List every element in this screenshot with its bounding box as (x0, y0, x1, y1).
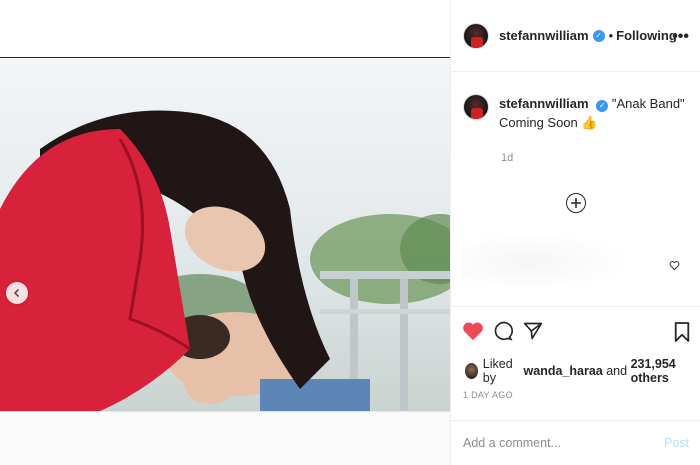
caption-text: stefannwilliam ✓ "Anak Band" Coming Soon… (499, 94, 685, 132)
bookmark-icon (674, 322, 690, 342)
comment-form: Post (451, 420, 700, 465)
verified-badge-icon: ✓ (592, 29, 605, 42)
media-column (0, 0, 450, 465)
caption-username[interactable]: stefannwilliam (499, 96, 589, 111)
post-actions (451, 306, 700, 352)
chevron-left-icon (13, 288, 20, 298)
caption-line-1: "Anak Band" (611, 96, 685, 111)
liker-avatar[interactable] (465, 363, 478, 379)
paper-plane-icon (523, 322, 543, 340)
post-video[interactable] (0, 59, 450, 411)
likes-and: and (606, 364, 628, 378)
caption-verified-badge-icon: ✓ (596, 99, 609, 112)
comment-icon (494, 321, 513, 341)
more-options-button[interactable]: ••• (672, 28, 689, 46)
heart-outline-icon (669, 261, 680, 271)
plus-circle-icon (571, 198, 581, 208)
media-top-area (0, 0, 450, 58)
author-avatar[interactable] (463, 22, 489, 49)
post-header: stefannwilliam ✓ • Following ••• (451, 0, 700, 72)
liker-username[interactable]: wanda_haraa (524, 364, 603, 378)
following-button[interactable]: Following (616, 28, 677, 43)
save-button[interactable] (673, 321, 691, 348)
caption-author-avatar[interactable] (463, 94, 489, 120)
caption-time-ago: 1d (501, 152, 514, 164)
caption-line-2: Coming Soon 👍 (499, 115, 598, 130)
comment-button[interactable] (493, 321, 513, 346)
posted-date[interactable]: 1 DAY AGO (463, 390, 513, 400)
author-username[interactable]: stefannwilliam (499, 28, 589, 43)
post-caption: stefannwilliam ✓ "Anak Band" Coming Soon… (463, 94, 689, 132)
load-more-comments-button[interactable] (566, 193, 586, 213)
follow-separator: • (608, 28, 614, 43)
share-button[interactable] (523, 321, 543, 346)
like-button[interactable] (462, 321, 484, 346)
previous-media-button[interactable] (6, 282, 28, 304)
instagram-post-view: stefannwilliam ✓ • Following ••• stefann… (0, 0, 700, 465)
post-side-panel: stefannwilliam ✓ • Following ••• stefann… (450, 0, 700, 465)
heart-filled-icon (463, 322, 483, 341)
likes-count-link[interactable]: 231,954 others (631, 357, 700, 385)
media-bottom-area (0, 411, 450, 465)
likes-prefix: Liked by (482, 357, 513, 385)
comment-input[interactable] (463, 436, 664, 450)
faded-comment-area (461, 232, 631, 292)
video-frame-illustration (0, 110, 450, 411)
comment-like-button[interactable] (669, 258, 680, 276)
post-comment-button[interactable]: Post (664, 436, 689, 450)
likes-summary: Liked by wanda_haraa and 231,954 others (465, 357, 700, 385)
